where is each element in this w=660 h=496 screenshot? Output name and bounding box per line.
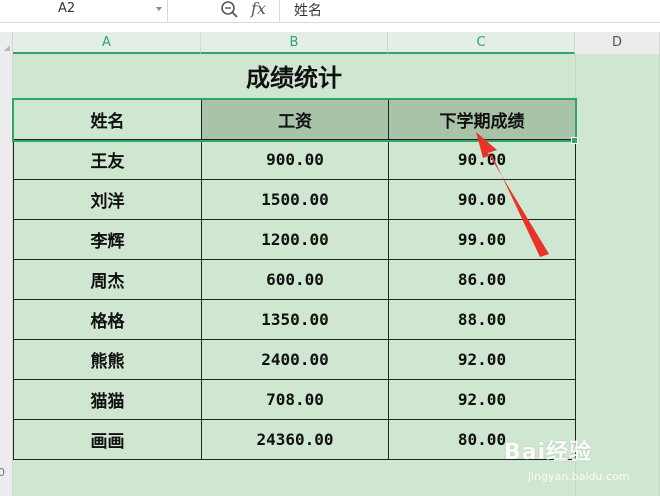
zoom-icon[interactable] [219, 0, 241, 24]
cell-score[interactable]: 88.00 [388, 299, 576, 340]
cell-name[interactable]: 王友 [13, 139, 202, 180]
baidu-watermark: Bai经验 jingyan.baidu.com [504, 434, 654, 494]
cell-name[interactable]: 熊熊 [13, 339, 202, 380]
header-row: 姓名 工资 下学期成绩 [13, 99, 576, 140]
function-icon[interactable]: fx [251, 0, 266, 18]
table-row: 周杰 600.00 86.00 [13, 259, 576, 300]
cell-salary[interactable]: 24360.00 [201, 419, 389, 460]
formula-value: 姓名 [294, 3, 322, 19]
column-header-c[interactable]: C [388, 32, 575, 54]
cell-salary[interactable]: 2400.00 [201, 339, 389, 380]
table-row: 王友 900.00 90.00 [13, 139, 576, 180]
spreadsheet-grid: A B C D 0 成绩统计 姓名 工资 下学期成绩 王友 900.00 90.… [0, 22, 660, 496]
watermark-url: jingyan.baidu.com [528, 470, 630, 483]
row-number[interactable]: 0 [0, 466, 5, 479]
header-cell-score[interactable]: 下学期成绩 [388, 99, 576, 140]
formula-bar: A2 fx 姓名 [0, 0, 660, 23]
data-table: 姓名 工资 下学期成绩 王友 900.00 90.00 刘洋 1500.00 9… [13, 99, 576, 460]
column-header-b[interactable]: B [201, 32, 388, 54]
cell-score[interactable]: 90.00 [388, 139, 576, 180]
cell-name[interactable]: 刘洋 [13, 179, 202, 220]
select-all-corner[interactable] [0, 32, 13, 54]
row-gutter[interactable]: 0 [0, 54, 13, 496]
table-row: 刘洋 1500.00 90.00 [13, 179, 576, 220]
column-header-d[interactable]: D [575, 32, 660, 54]
cell-salary[interactable]: 1350.00 [201, 299, 389, 340]
sheet-title[interactable]: 成绩统计 [13, 60, 575, 96]
cell-score[interactable]: 92.00 [388, 379, 576, 420]
cell-name[interactable]: 格格 [13, 299, 202, 340]
watermark-brand: Bai经验 [504, 440, 593, 465]
cell-score[interactable]: 86.00 [388, 259, 576, 300]
cell-name[interactable]: 猫猫 [13, 379, 202, 420]
cell-salary[interactable]: 1200.00 [201, 219, 389, 260]
table-row: 熊熊 2400.00 92.00 [13, 339, 576, 380]
cell-salary[interactable]: 708.00 [201, 379, 389, 420]
name-box[interactable]: A2 [0, 0, 168, 22]
cell-salary[interactable]: 900.00 [201, 139, 389, 180]
cell-reference: A2 [58, 1, 76, 16]
cell-score[interactable]: 92.00 [388, 339, 576, 380]
cell-score[interactable]: 90.00 [388, 179, 576, 220]
cell-score[interactable]: 99.00 [388, 219, 576, 260]
cell-name[interactable]: 李辉 [13, 219, 202, 260]
formula-input[interactable]: 姓名 [279, 0, 660, 22]
header-cell-salary[interactable]: 工资 [201, 99, 389, 140]
cell-salary[interactable]: 1500.00 [201, 179, 389, 220]
fill-handle[interactable] [571, 137, 578, 144]
table-row: 猫猫 708.00 92.00 [13, 379, 576, 420]
table-row: 格格 1350.00 88.00 [13, 299, 576, 340]
column-header-a[interactable]: A [13, 32, 201, 54]
table-row: 李辉 1200.00 99.00 [13, 219, 576, 260]
cell-salary[interactable]: 600.00 [201, 259, 389, 300]
header-cell-name[interactable]: 姓名 [13, 99, 202, 140]
cell-name[interactable]: 周杰 [13, 259, 202, 300]
chevron-down-icon[interactable] [156, 7, 162, 11]
table-row: 画画 24360.00 80.00 [13, 419, 576, 460]
cell-name[interactable]: 画画 [13, 419, 202, 460]
